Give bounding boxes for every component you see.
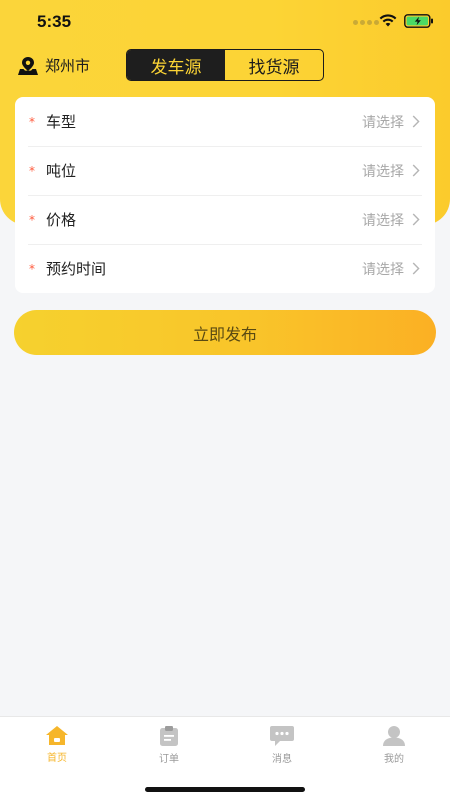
- form-row-appointment-time[interactable]: * 预约时间 请选择: [28, 244, 422, 293]
- tab-label: 首页: [47, 753, 67, 764]
- row-placeholder: 请选择: [362, 212, 404, 229]
- tab-label: 消息: [272, 754, 292, 765]
- row-label: 吨位: [46, 162, 77, 180]
- status-time: 5:35: [37, 12, 72, 31]
- tab-label: 我的: [384, 754, 404, 765]
- required-marker: *: [29, 261, 35, 276]
- tab-home[interactable]: 首页: [27, 725, 87, 764]
- chevron-right-icon: [412, 262, 422, 276]
- location-label: 郑州市: [45, 57, 91, 75]
- tab-label: 订单: [159, 754, 179, 765]
- map-pin-icon: [18, 56, 38, 75]
- home-indicator: [145, 787, 305, 792]
- app-screen: 5:35 郑州市 发车源 找货源 * 车型 请选择 * 吨位 请选择 * 价格 …: [0, 0, 450, 800]
- form-row-tonnage[interactable]: * 吨位 请选择: [28, 146, 422, 195]
- tab-profile[interactable]: 我的: [364, 725, 424, 765]
- row-placeholder: 请选择: [362, 114, 404, 131]
- user-icon: [383, 726, 405, 746]
- location-selector[interactable]: 郑州市: [17, 55, 90, 76]
- tab-messages[interactable]: 消息: [252, 725, 312, 765]
- source-type-segment: 发车源 找货源: [126, 49, 324, 81]
- publish-form-card: * 车型 请选择 * 吨位 请选择 * 价格 请选择 * 预约时间 请选择: [15, 97, 435, 293]
- form-row-vehicle-type[interactable]: * 车型 请选择: [28, 97, 422, 146]
- tab-publish-vehicle[interactable]: 发车源: [127, 50, 225, 80]
- row-placeholder: 请选择: [362, 261, 404, 278]
- status-bar: 5:35: [0, 0, 450, 44]
- home-icon: [46, 726, 68, 745]
- publish-now-button[interactable]: 立即发布: [14, 310, 436, 355]
- wifi-icon: [379, 14, 397, 27]
- cellular-signal-icon: [353, 20, 379, 25]
- chevron-right-icon: [412, 115, 422, 129]
- tab-find-cargo[interactable]: 找货源: [225, 50, 323, 80]
- chevron-right-icon: [412, 164, 422, 178]
- tab-orders[interactable]: 订单: [139, 725, 199, 765]
- required-marker: *: [29, 212, 35, 227]
- required-marker: *: [29, 163, 35, 178]
- row-label: 价格: [46, 211, 77, 229]
- clipboard-icon: [160, 726, 178, 746]
- required-marker: *: [29, 114, 35, 129]
- battery-icon: [404, 14, 433, 28]
- row-label: 预约时间: [46, 260, 107, 278]
- chevron-right-icon: [412, 213, 422, 227]
- message-icon: [270, 726, 294, 746]
- row-label: 车型: [46, 113, 77, 131]
- row-placeholder: 请选择: [362, 163, 404, 180]
- form-row-price[interactable]: * 价格 请选择: [28, 195, 422, 244]
